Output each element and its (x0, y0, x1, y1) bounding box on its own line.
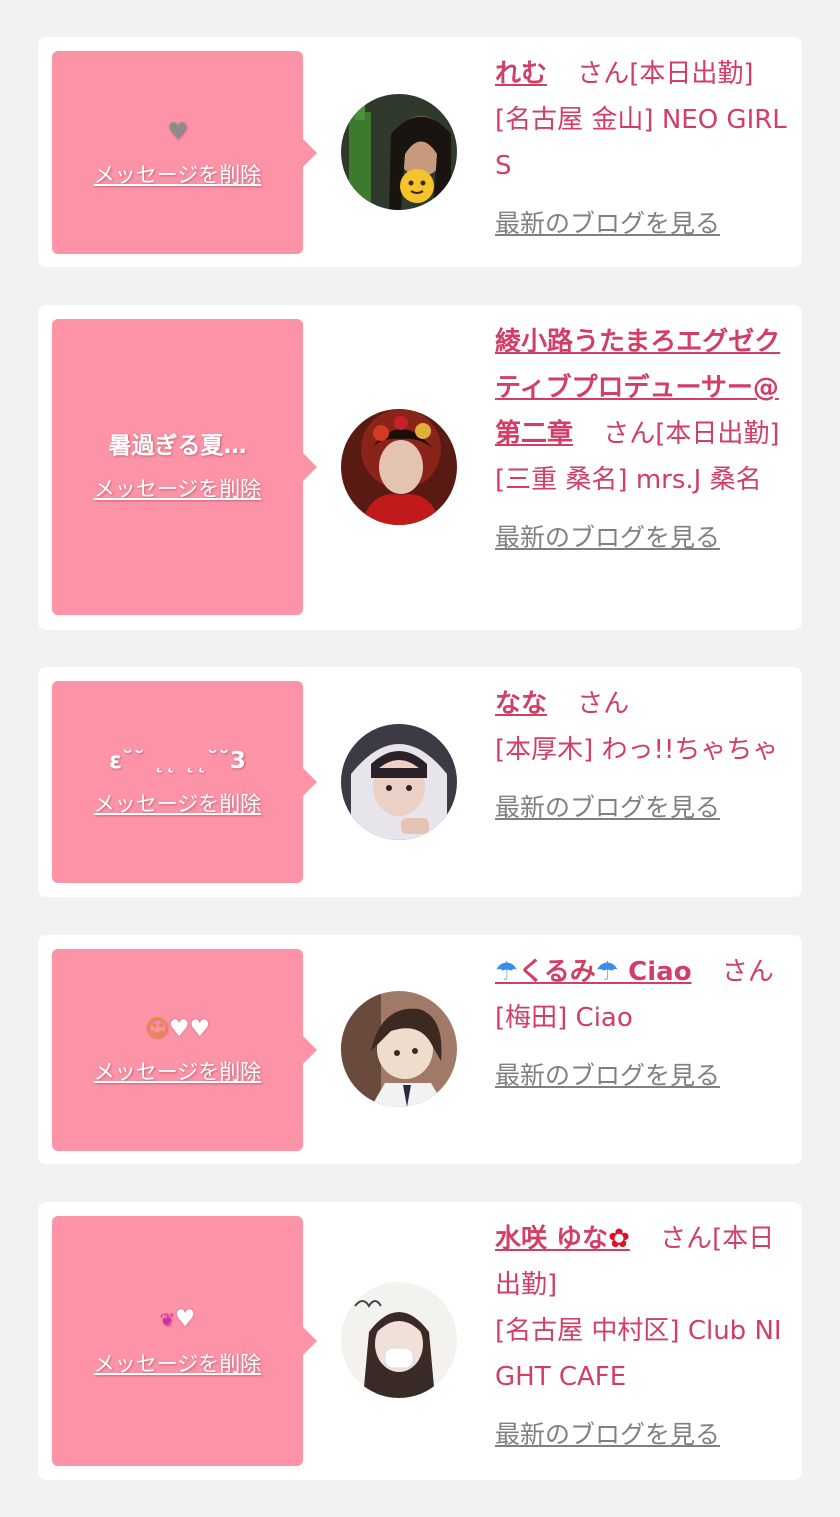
latest-blog-link[interactable]: 最新のブログを見る (495, 785, 790, 831)
favorite-card: 暑過ぎる夏… メッセージを削除 綾小路うたまろエグゼクティブプロデューサー@第二… (38, 305, 802, 630)
favorite-card: ε˘˘ ˛˛ ˛˛˘˘3 メッセージを削除 なな さん [本厚木] わっ!!ちゃ… (38, 667, 802, 897)
avatar-photo (341, 991, 457, 1107)
latest-blog-link[interactable]: 最新のブログを見る (495, 515, 790, 561)
shop-info: [名古屋 金山] NEO GIRLS (495, 105, 787, 181)
name-suffix: さん (721, 957, 774, 987)
avatar-photo (341, 724, 457, 840)
cast-name-link[interactable]: 水咲 ゆな✿ (495, 1224, 630, 1254)
shop-info: [三重 桑名] mrs.J 桑名 (495, 465, 762, 495)
delete-message-button[interactable]: メッセージを削除 (94, 1056, 262, 1086)
message-bubble: ♥ メッセージを削除 (52, 51, 317, 254)
profile-info: ☂くるみ☂ Ciao さん [梅田] Ciao 最新のブログを見る (495, 949, 790, 1099)
message-bubble: ☺♥♥ メッセージを削除 (52, 949, 317, 1151)
delete-message-button[interactable]: メッセージを削除 (94, 1348, 262, 1378)
shop-info: [梅田] Ciao (495, 1003, 633, 1033)
white-heart-icon: ♥ (174, 1306, 196, 1332)
cast-name-link[interactable]: れむ (495, 59, 547, 89)
delete-message-button[interactable]: メッセージを削除 (94, 159, 262, 189)
flower-icon: ✿ (608, 1224, 630, 1254)
latest-blog-link[interactable]: 最新のブログを見る (495, 1053, 790, 1099)
gray-heart-icon: ♥ (167, 118, 188, 145)
avatar-photo (341, 94, 457, 210)
avatar-photo (341, 1282, 457, 1398)
delete-message-button[interactable]: メッセージを削除 (94, 788, 262, 818)
message-text: ♥ (167, 117, 188, 147)
rainbow-icon: ☂ (495, 957, 519, 987)
message-text: ❦♥ (160, 1304, 196, 1336)
favorite-list: ♥ メッセージを削除 れむ さん[本日出勤] [名古屋 金山] NEO GIRL… (0, 0, 840, 1517)
profile-info: 綾小路うたまろエグゼクティブプロデューサー@第二章 さん[本日出勤] [三重 桑… (495, 319, 790, 561)
avatar[interactable] (341, 724, 457, 840)
favorite-card: ☺♥♥ メッセージを削除 ☂くるみ☂ Ciao さん [梅田] Ciao 最新の… (38, 935, 802, 1164)
shop-info: [本厚木] わっ!!ちゃちゃ (495, 735, 779, 765)
white-heart-icon: ♥ (168, 1016, 190, 1042)
profile-info: なな さん [本厚木] わっ!!ちゃちゃ 最新のブログを見る (495, 681, 790, 831)
message-text: ε˘˘ ˛˛ ˛˛˘˘3 (109, 748, 246, 774)
delete-message-button[interactable]: メッセージを削除 (94, 473, 262, 503)
message-text: ☺♥♥ (145, 1014, 210, 1044)
message-bubble: ❦♥ メッセージを削除 (52, 1216, 317, 1466)
avatar[interactable] (341, 409, 457, 525)
profile-info: れむ さん[本日出勤] [名古屋 金山] NEO GIRLS 最新のブログを見る (495, 51, 790, 247)
latest-blog-link[interactable]: 最新のブログを見る (495, 1412, 790, 1458)
cast-name-link[interactable]: なな (495, 689, 547, 719)
name-suffix: さん[本日出勤] (577, 59, 754, 89)
cast-name-link[interactable]: ☂くるみ☂ Ciao (495, 957, 692, 987)
sparkle-heart-icon: ❦ (159, 1310, 175, 1331)
favorite-card: ❦♥ メッセージを削除 水咲 ゆな✿ さん[本日出勤] [名古屋 中村区] Cl… (38, 1202, 802, 1480)
avatar[interactable] (341, 94, 457, 210)
profile-info: 水咲 ゆな✿ さん[本日出勤] [名古屋 中村区] Club NIGHT CAF… (495, 1216, 790, 1458)
shop-info: [名古屋 中村区] Club NIGHT CAFE (495, 1316, 782, 1392)
message-bubble: ε˘˘ ˛˛ ˛˛˘˘3 メッセージを削除 (52, 681, 317, 883)
name-suffix: さん[本日出勤] (603, 419, 780, 449)
message-text: 暑過ぎる夏… (108, 433, 247, 459)
favorite-card: ♥ メッセージを削除 れむ さん[本日出勤] [名古屋 金山] NEO GIRL… (38, 37, 802, 267)
message-bubble: 暑過ぎる夏… メッセージを削除 (52, 319, 317, 615)
rainbow-icon: ☂ (595, 957, 620, 987)
smiley-icon: ☺ (144, 1016, 169, 1042)
avatar[interactable] (341, 1282, 457, 1398)
latest-blog-link[interactable]: 最新のブログを見る (495, 201, 790, 247)
avatar-photo (341, 409, 457, 525)
avatar[interactable] (341, 991, 457, 1107)
white-heart-icon: ♥ (189, 1016, 211, 1042)
name-suffix: さん (577, 689, 630, 719)
